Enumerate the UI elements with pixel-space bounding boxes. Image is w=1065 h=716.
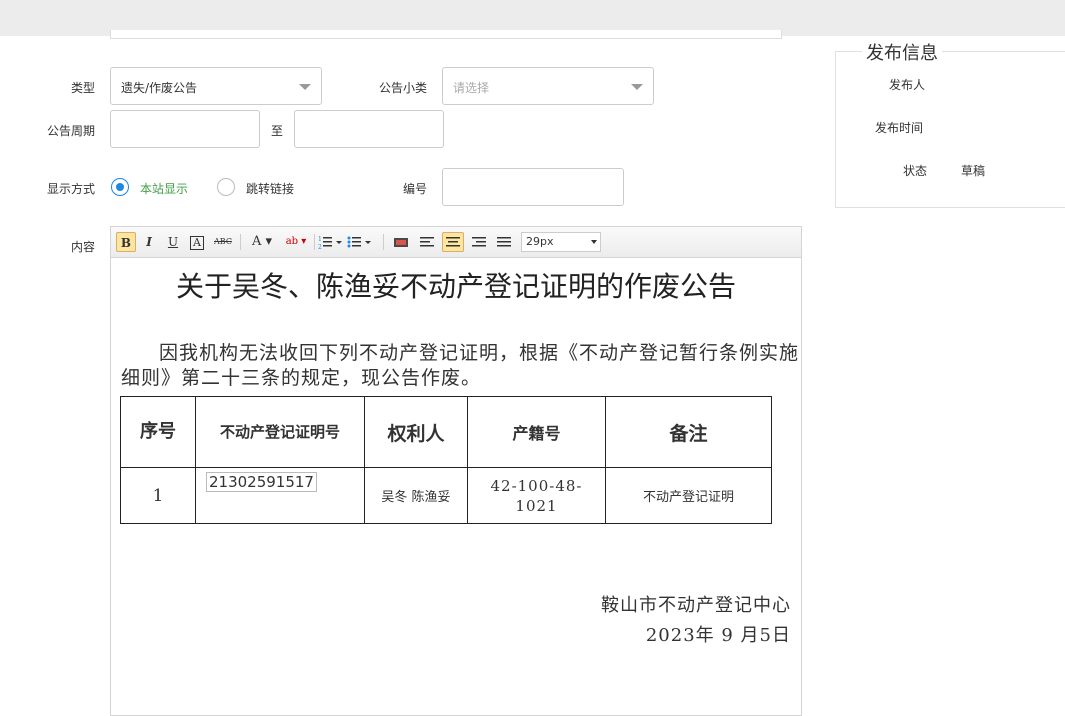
publish-time-label: 发布时间 [875,121,924,135]
rich-text-editor[interactable]: B I U A ABC A ▾ ab ▾ 12 29px 关于吴冬、陈渔妥不动产… [110,226,802,716]
font-border-button[interactable]: A [188,232,206,252]
table-cell: 42-100-48-1021 [467,467,606,524]
subtype-placeholder: 请选择 [453,81,490,95]
radio-local-display-label[interactable]: 本站显示 [140,180,188,197]
toolbar-divider [314,234,315,250]
chevron-down-icon [591,240,597,244]
period-end-input[interactable] [294,110,444,148]
period-separator: 至 [271,124,284,138]
insert-image-button[interactable] [391,232,411,252]
unordered-list-button[interactable] [346,232,372,252]
display-label: 显示方式 [46,182,95,196]
table-header-cell: 权利人 [364,396,468,468]
font-size-select[interactable]: 29px [521,232,601,252]
publish-info-title: 发布信息 [862,39,942,65]
subtype-select[interactable]: 请选择 [442,67,654,105]
table-cell: 吴冬 陈渔妥 [364,467,468,524]
unordered-list-icon [347,236,371,248]
ordered-list-button[interactable]: 12 [317,232,343,252]
align-center-icon [446,237,460,247]
title-input-bottom[interactable] [110,30,782,39]
period-label: 公告周期 [46,124,95,138]
status-label: 状态 [903,164,928,178]
font-size-value: 29px [526,235,554,248]
document-paragraph: 因我机构无法收回下列不动产登记证明，根据《不动产登记暂行条例实施细则》第二十三条… [121,342,800,389]
align-center-button[interactable] [442,232,464,252]
document-title: 关于吴冬、陈渔妥不动产登记证明的作废公告 [175,270,736,303]
type-select-value: 遗失/作废公告 [121,81,198,95]
subtype-label: 公告小类 [378,81,427,95]
align-justify-button[interactable] [494,232,514,252]
type-label: 类型 [70,81,95,95]
table-cell: 1 [120,467,196,524]
publish-info-panel [835,51,1065,208]
table-header-cell: 产籍号 [467,396,606,468]
align-right-button[interactable] [469,232,489,252]
content-label: 内容 [70,240,95,254]
underline-button[interactable]: U [164,232,182,252]
publisher-label: 发布人 [889,78,926,92]
radio-local-display[interactable] [111,178,129,196]
radio-link[interactable] [217,178,235,196]
table-cell: 不动产登记证明 [605,467,772,524]
table-header-row: 序号 不动产登记证明号 权利人 产籍号 备注 [120,396,772,468]
ordered-list-icon: 12 [318,236,342,251]
table-header-cell: 不动产登记证明号 [195,396,365,468]
highlight-color-button[interactable]: ab ▾ [281,232,311,252]
bold-button[interactable]: B [116,232,136,252]
toolbar-divider [383,234,384,250]
editor-toolbar: B I U A ABC A ▾ ab ▾ 12 29px [111,227,801,258]
align-left-icon [420,237,434,247]
svg-text:1: 1 [318,236,322,243]
font-color-button[interactable]: A ▾ [247,232,277,252]
font-border-label: A [190,236,204,250]
toolbar-divider [240,234,241,250]
issuing-organization: 鞍山市不动产登记中心 [601,595,791,616]
chevron-down-icon [299,84,311,90]
table-header-cell: 备注 [605,396,772,468]
italic-button[interactable]: I [140,232,158,252]
period-start-input[interactable] [110,110,260,148]
issue-date: 2023年 9 月5日 [645,625,791,646]
table-header-cell: 序号 [120,396,196,468]
table-row: 1 21302591517 吴冬 陈渔妥 42-100-48-1021 不动产登… [120,467,772,524]
align-justify-icon [497,237,511,247]
status-badge: 草稿 [961,164,986,178]
type-select[interactable]: 遗失/作废公告 [110,67,322,105]
align-right-icon [472,237,486,247]
chevron-down-icon [631,84,643,90]
radio-link-label[interactable]: 跳转链接 [246,180,294,197]
svg-text:2: 2 [318,244,322,251]
number-label: 编号 [402,182,427,196]
cert-number: 21302591517 [206,472,317,492]
align-left-button[interactable] [417,232,437,252]
document-table: 序号 不动产登记证明号 权利人 产籍号 备注 1 21302591517 吴冬 … [120,396,772,524]
table-cell-cert-number: 21302591517 [195,467,365,524]
number-input[interactable] [442,168,624,206]
image-icon [394,238,408,247]
strikethrough-button[interactable]: ABC [211,232,235,252]
